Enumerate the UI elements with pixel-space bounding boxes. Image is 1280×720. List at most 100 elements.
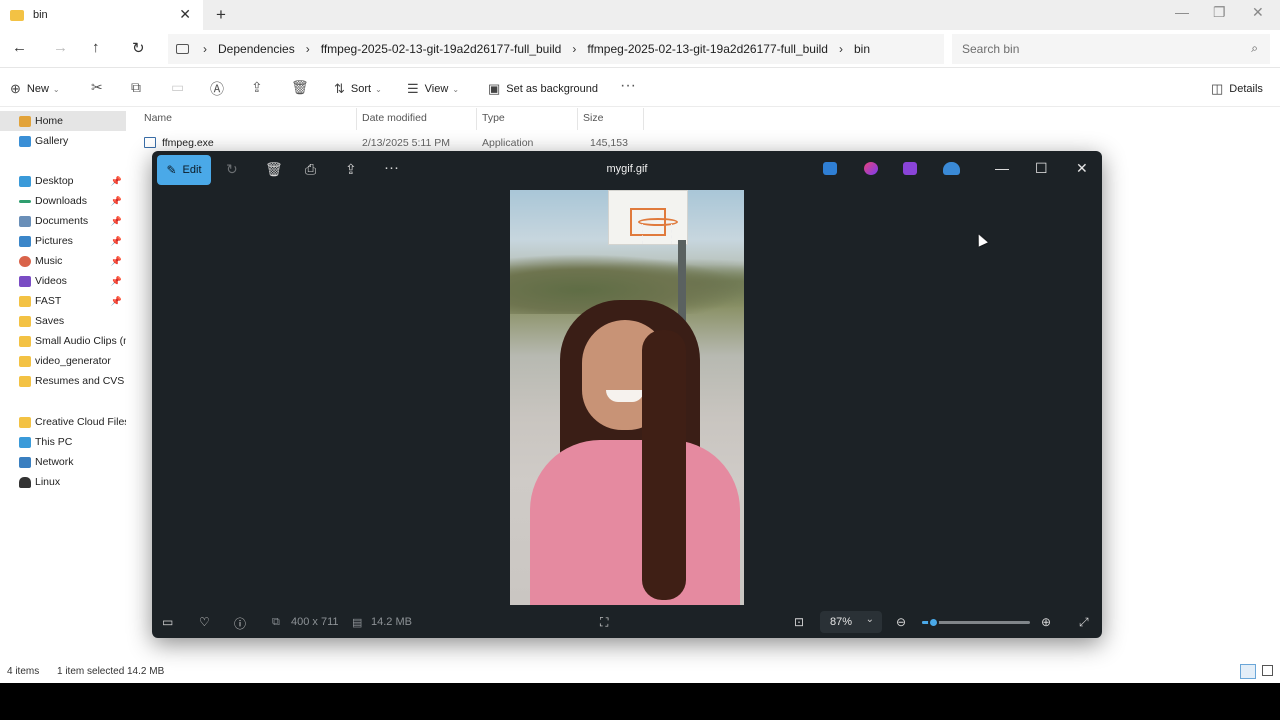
fit-to-window-icon[interactable]: ⛶ bbox=[600, 615, 608, 630]
refresh-icon[interactable]: ↻ bbox=[132, 39, 145, 57]
zoom-in-icon[interactable]: ⊕ bbox=[1041, 615, 1051, 629]
favorite-heart-icon[interactable]: ♡ bbox=[199, 615, 210, 629]
restore-icon[interactable]: ❐ bbox=[1213, 4, 1226, 21]
zoom-out-icon[interactable]: ⊖ bbox=[896, 615, 906, 629]
sort-button[interactable]: ⇅ Sort ⌄ bbox=[334, 81, 382, 97]
sort-icon: ⇅ bbox=[334, 81, 345, 96]
sidebar-item-music[interactable]: Music 📌 bbox=[0, 251, 126, 271]
breadcrumb-item[interactable]: Dependencies bbox=[218, 42, 295, 56]
up-icon[interactable]: ↑ bbox=[92, 39, 100, 56]
view-button[interactable]: ☰ View ⌄ bbox=[407, 81, 459, 97]
view-label: View bbox=[424, 83, 449, 95]
share-icon[interactable]: ⇪ bbox=[345, 161, 357, 178]
minimize-icon[interactable]: — bbox=[995, 160, 1009, 176]
pin-icon: 📌 bbox=[110, 275, 122, 286]
sidebar-item-label: Home bbox=[35, 115, 64, 127]
edit-button[interactable]: ✎ Edit bbox=[157, 155, 211, 185]
delete-icon[interactable]: 🗑 bbox=[265, 161, 283, 178]
new-tab-button[interactable]: + bbox=[216, 5, 226, 25]
sidebar-item-label: Gallery bbox=[35, 135, 69, 147]
sidebar-item-video-generator[interactable]: video_generator bbox=[0, 351, 126, 371]
column-divider bbox=[643, 108, 644, 130]
close-icon[interactable]: ✕ bbox=[1076, 160, 1088, 177]
sidebar-item-documents[interactable]: Documents 📌 bbox=[0, 211, 126, 231]
actual-size-icon[interactable]: ⊡ bbox=[794, 615, 804, 629]
monitor-icon bbox=[176, 44, 189, 54]
column-header-type[interactable]: Type bbox=[482, 112, 505, 124]
search-input[interactable]: Search bin ⌕ bbox=[952, 34, 1270, 64]
details-view-icon[interactable] bbox=[1240, 664, 1256, 679]
image-dimensions: 400 x 711 bbox=[291, 616, 339, 628]
new-button[interactable]: ⊕ New ⌄ bbox=[10, 81, 60, 97]
computer-icon bbox=[19, 436, 31, 448]
status-bar: 4 items 1 item selected 14.2 MB bbox=[0, 662, 1280, 683]
breadcrumb-item[interactable]: ffmpeg-2025-02-13-git-19a2d26177-full_bu… bbox=[321, 42, 562, 56]
zoom-slider[interactable] bbox=[922, 617, 1030, 628]
minimize-icon[interactable]: — bbox=[1175, 4, 1189, 20]
forward-icon[interactable]: → bbox=[53, 39, 68, 56]
sidebar-item-creative-cloud[interactable]: Creative Cloud Files bbox=[0, 412, 126, 432]
paste-icon[interactable]: ▭ bbox=[171, 79, 184, 96]
filmstrip-icon[interactable]: ▭ bbox=[162, 615, 173, 629]
onedrive-icon[interactable] bbox=[943, 162, 960, 175]
copy-icon[interactable]: ⧉ bbox=[131, 79, 141, 96]
command-bar: ⊕ New ⌄ ✂ ⧉ ▭ Ⓐ ⇪ 🗑 ⇅ Sort ⌄ ☰ View ⌄ ▣ … bbox=[0, 69, 1280, 107]
zoom-dropdown[interactable]: 87% ⌄ bbox=[820, 611, 882, 633]
cut-icon[interactable]: ✂ bbox=[91, 79, 103, 96]
file-row[interactable]: ffmpeg.exe 2/13/2025 5:11 PM Application… bbox=[144, 137, 644, 161]
sidebar-item-downloads[interactable]: Downloads 📌 bbox=[0, 191, 126, 211]
column-header-name[interactable]: Name bbox=[144, 112, 172, 124]
share-icon[interactable]: ⇪ bbox=[251, 79, 263, 96]
designer-app-icon[interactable] bbox=[864, 162, 878, 175]
search-icon: ⌕ bbox=[1251, 41, 1258, 55]
more-options-icon[interactable]: ··· bbox=[620, 77, 636, 95]
sidebar-item-this-pc[interactable]: This PC bbox=[0, 432, 126, 452]
documents-icon bbox=[19, 215, 31, 227]
folder-icon bbox=[19, 416, 31, 428]
sidebar-item-network[interactable]: Network bbox=[0, 452, 126, 472]
chevron-down-icon: ⌄ bbox=[375, 84, 382, 94]
maximize-icon[interactable]: ☐ bbox=[1035, 160, 1048, 177]
sidebar-item-linux[interactable]: Linux bbox=[0, 472, 126, 492]
sidebar-item-gallery[interactable]: Gallery bbox=[0, 131, 126, 151]
paint-app-icon[interactable] bbox=[823, 162, 837, 175]
full-screen-icon[interactable]: ⤢ bbox=[1079, 615, 1089, 630]
sidebar-item-home[interactable]: Home bbox=[0, 111, 126, 131]
sidebar-item-label: Resumes and CVS bbox=[35, 375, 125, 387]
set-background-button[interactable]: ▣ Set as background bbox=[488, 81, 598, 97]
sidebar-item-fast[interactable]: FAST 📌 bbox=[0, 291, 126, 311]
rotate-icon[interactable]: ↻ bbox=[226, 161, 238, 178]
rename-icon[interactable]: Ⓐ bbox=[210, 79, 224, 99]
sidebar-item-resumes[interactable]: Resumes and CVS bbox=[0, 371, 126, 391]
chevron-down-icon: ⌄ bbox=[865, 614, 874, 625]
sidebar-item-pictures[interactable]: Pictures 📌 bbox=[0, 231, 126, 251]
print-icon[interactable]: ⎙ bbox=[305, 161, 316, 178]
tiles-view-icon[interactable] bbox=[1262, 665, 1273, 676]
close-window-icon[interactable]: ✕ bbox=[1252, 4, 1264, 21]
selection-status: 1 item selected bbox=[57, 666, 125, 677]
sidebar-item-label: This PC bbox=[35, 436, 73, 448]
sidebar-item-small-audio-clips[interactable]: Small Audio Clips (m bbox=[0, 331, 126, 351]
column-header-date[interactable]: Date modified bbox=[362, 112, 427, 124]
zoom-slider-thumb[interactable] bbox=[927, 617, 939, 628]
clipchamp-app-icon[interactable] bbox=[903, 162, 917, 175]
tab-bin[interactable]: bin ✕ bbox=[0, 0, 203, 30]
details-button[interactable]: ◫ Details bbox=[1211, 81, 1263, 97]
breadcrumb-item[interactable]: ffmpeg-2025-02-13-git-19a2d26177-full_bu… bbox=[587, 42, 828, 56]
sidebar-item-desktop[interactable]: Desktop 📌 bbox=[0, 171, 126, 191]
sidebar-item-saves[interactable]: Saves bbox=[0, 311, 126, 331]
photo-viewer-window: ✎ Edit ↻ 🗑 ⎙ ⇪ ··· mygif.gif — ☐ ✕ ▭ ♡ ⓘ… bbox=[152, 151, 1102, 638]
info-icon[interactable]: ⓘ bbox=[234, 615, 246, 632]
more-options-icon[interactable]: ··· bbox=[384, 159, 399, 176]
back-icon[interactable]: ← bbox=[12, 39, 27, 56]
close-icon[interactable]: ✕ bbox=[179, 6, 191, 23]
sidebar-item-label: Desktop bbox=[35, 175, 74, 187]
navigation-pane: Home Gallery Desktop 📌 Downloads 📌 Documen… bbox=[0, 108, 130, 658]
sidebar-item-videos[interactable]: Videos 📌 bbox=[0, 271, 126, 291]
address-bar: ← → ↑ ↻ › Dependencies › ffmpeg-2025-02-… bbox=[0, 30, 1280, 68]
breadcrumb-item[interactable]: bin bbox=[854, 42, 870, 56]
column-header-size[interactable]: Size bbox=[583, 112, 603, 124]
breadcrumb[interactable]: › Dependencies › ffmpeg-2025-02-13-git-1… bbox=[168, 34, 944, 64]
search-placeholder: Search bin bbox=[962, 42, 1020, 56]
delete-icon[interactable]: 🗑 bbox=[291, 79, 309, 96]
